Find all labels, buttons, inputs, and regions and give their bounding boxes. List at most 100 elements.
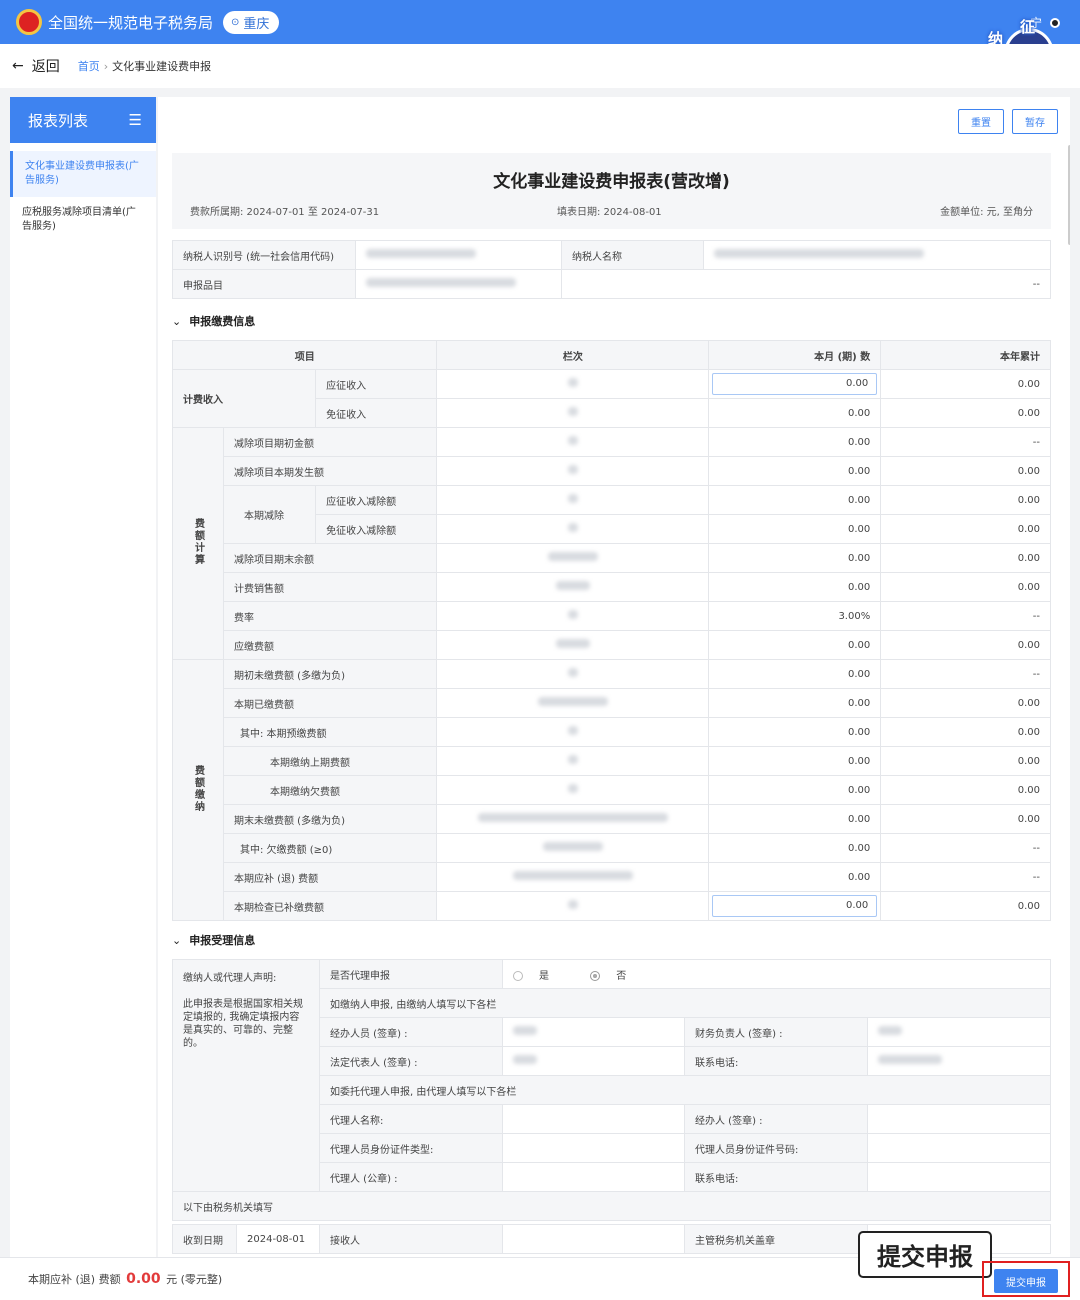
- mascot-char: 征: [1020, 18, 1036, 36]
- finance-label: 财务负责人 (签章) :: [684, 1017, 868, 1047]
- month-cell: 0.00: [708, 862, 882, 892]
- month-input[interactable]: 0.00: [712, 373, 878, 395]
- line-cell: [436, 514, 710, 544]
- agent-phone-value[interactable]: [867, 1162, 1051, 1192]
- col-year: 本年累计: [880, 340, 1051, 370]
- col-month: 本月 (期) 数: [708, 340, 882, 370]
- row-label: 费率: [222, 601, 438, 631]
- submit-button[interactable]: 提交申报: [994, 1269, 1058, 1293]
- line-cell: [436, 717, 710, 747]
- year-cell: 0.00: [880, 891, 1051, 921]
- section-fee-info-toggle[interactable]: ⌄ 申报缴费信息: [172, 313, 255, 329]
- save-draft-button[interactable]: 暂存: [1012, 109, 1058, 134]
- nav-row: ← 返回 首页 › 文化事业建设费申报: [0, 44, 1080, 88]
- year-cell: --: [880, 601, 1051, 631]
- fee-period: 费款所属期: 2024-07-01 至 2024-07-31: [190, 207, 380, 218]
- agent-seal-value[interactable]: [502, 1162, 685, 1192]
- agent-seal-label: 代理人 (公章) :: [319, 1162, 503, 1192]
- declaration-cell: 缴纳人或代理人声明: 此申报表是根据国家相关规定填报的, 我确定填报内容是真实的…: [172, 959, 320, 1192]
- row-label: 应征收入: [315, 369, 438, 399]
- declaration-label: 缴纳人或代理人声明:: [183, 973, 277, 984]
- phone-value: [867, 1046, 1051, 1076]
- row-label: 应征收入减除额: [315, 485, 438, 515]
- handler-value: [502, 1017, 685, 1047]
- office-seal-label: 主管税务机关盖章: [684, 1224, 868, 1254]
- line-cell: [436, 427, 710, 457]
- tax-emblem-icon: [16, 9, 42, 35]
- year-cell: 0.00: [880, 572, 1051, 602]
- toolbar: 重置 暂存: [958, 109, 1058, 134]
- sidebar-item-deduction-list[interactable]: 应税服务减除项目清单(广告服务): [10, 197, 156, 243]
- taxpayer-id-label: 纳税人识别号 (统一社会信用代码): [172, 240, 356, 270]
- amount-unit: 金额单位: 元, 至角分: [940, 207, 1033, 218]
- legal-label: 法定代表人 (签章) :: [319, 1046, 503, 1076]
- recv-date-label: 收到日期: [172, 1224, 237, 1254]
- main-panel: 重置 暂存 文化事业建设费申报表(营改增) 费款所属期: 2024-07-01 …: [158, 97, 1070, 1257]
- row-label: 免征收入减除额: [315, 514, 438, 544]
- sidebar-item-culture-fee[interactable]: 文化事业建设费申报表(广告服务): [10, 151, 156, 197]
- radio-no[interactable]: [590, 970, 601, 981]
- line-cell: [436, 891, 710, 921]
- year-cell: --: [880, 659, 1051, 689]
- region-label: 重庆: [243, 16, 270, 32]
- footer-prefix: 本期应补 (退) 费额: [28, 1273, 121, 1286]
- back-button[interactable]: ← 返回: [12, 56, 60, 76]
- chevron-down-icon: ⌄: [172, 934, 182, 947]
- region-selector[interactable]: ⊙ 重庆: [223, 10, 280, 34]
- year-cell: 0.00: [880, 485, 1051, 515]
- top-bar: 全国统一规范电子税务局 ⊙ 重庆 宁: [0, 0, 1080, 44]
- agent-idno-value[interactable]: [867, 1133, 1051, 1163]
- line-cell: [436, 659, 710, 689]
- recv-date-value: 2024-08-01: [236, 1224, 320, 1254]
- taxpayer-name-value: [703, 240, 1051, 270]
- month-input[interactable]: 0.00: [712, 895, 878, 917]
- year-cell: --: [880, 862, 1051, 892]
- location-pin-icon: ⊙: [231, 16, 240, 28]
- line-cell: [436, 804, 710, 834]
- month-cell: 0.00: [708, 630, 882, 660]
- agent-question: 是否代理申报: [319, 959, 503, 989]
- taxpayer-name-label: 纳税人名称: [561, 240, 704, 270]
- month-cell: 0.00: [708, 746, 882, 776]
- month-cell: 0.00: [708, 398, 882, 428]
- month-cell: 0.00: [708, 804, 882, 834]
- month-cell: 0.00: [708, 427, 882, 457]
- agent-hint: 如委托代理人申报, 由代理人填写以下各栏: [319, 1075, 1051, 1105]
- row-label: 本期缴纳欠费额: [222, 775, 438, 805]
- month-cell: 0.00: [708, 659, 882, 689]
- agent-idtype-value[interactable]: [502, 1133, 685, 1163]
- handler-label: 经办人员 (签章) :: [319, 1017, 503, 1047]
- agent-handler-value[interactable]: [867, 1104, 1051, 1134]
- breadcrumb-current: 文化事业建设费申报: [112, 60, 212, 73]
- sub-group-deduct: 本期减除: [222, 485, 317, 544]
- line-cell: [436, 485, 710, 515]
- receiver-label: 接收人: [319, 1224, 503, 1254]
- year-cell: 0.00: [880, 688, 1051, 718]
- line-cell: [436, 601, 710, 631]
- year-cell: 0.00: [880, 717, 1051, 747]
- scrollbar[interactable]: [1068, 145, 1070, 245]
- radio-yes[interactable]: [513, 970, 523, 981]
- year-cell: 0.00: [880, 456, 1051, 486]
- line-cell: [436, 862, 710, 892]
- group-calc: 费额计算: [172, 427, 224, 660]
- agent-phone-label: 联系电话:: [684, 1162, 868, 1192]
- chevron-right-icon: ›: [103, 60, 109, 73]
- breadcrumb-home[interactable]: 首页: [78, 60, 100, 73]
- list-collapse-icon[interactable]: ☰: [129, 111, 142, 129]
- month-cell: 0.00: [708, 369, 882, 399]
- taxpayer-info-table: 纳税人识别号 (统一社会信用代码) 纳税人名称 申报品目 --: [172, 240, 1051, 299]
- receiver-value: [502, 1224, 685, 1254]
- line-cell: [436, 775, 710, 805]
- section-accept-toggle[interactable]: ⌄ 申报受理信息: [172, 932, 255, 948]
- col-line: 栏次: [436, 340, 710, 370]
- line-cell: [436, 688, 710, 718]
- month-cell: 0.00: [708, 688, 882, 718]
- section-fee-info-title: 申报缴费信息: [189, 315, 256, 328]
- reset-button[interactable]: 重置: [958, 109, 1004, 134]
- line-cell: [436, 572, 710, 602]
- agent-name-value[interactable]: [502, 1104, 685, 1134]
- group-pay: 费额缴纳: [172, 659, 224, 921]
- group-income: 计费收入: [171, 369, 317, 428]
- item-value: [355, 269, 562, 299]
